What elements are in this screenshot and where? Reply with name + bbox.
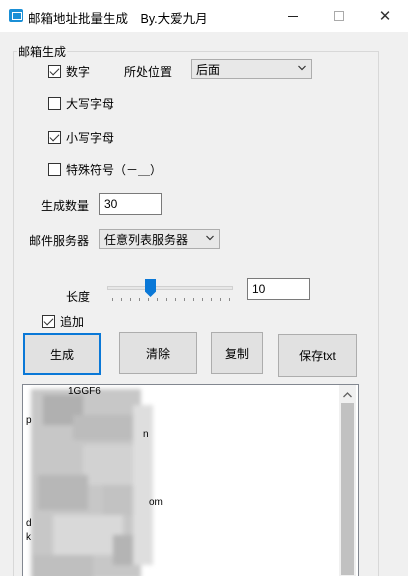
checkbox-unchecked-icon	[48, 97, 61, 110]
copy-button[interactable]: 复制	[211, 332, 263, 374]
checkbox-unchecked-icon	[48, 163, 61, 176]
generate-button[interactable]: 生成	[23, 333, 101, 375]
clear-button[interactable]: 清除	[119, 332, 197, 374]
uppercase-checkbox[interactable]: 大写字母	[48, 95, 114, 112]
mail-app-icon	[9, 9, 23, 22]
output-line: k	[26, 532, 31, 543]
slider-thumb[interactable]	[145, 279, 156, 297]
maximize-icon	[334, 11, 344, 21]
special-chars-checkbox[interactable]: 特殊符号（－＿）	[48, 161, 162, 178]
length-slider[interactable]	[107, 278, 235, 304]
close-icon: ✕	[378, 7, 392, 25]
position-label: 所处位置	[124, 65, 173, 79]
vertical-scrollbar[interactable]	[339, 385, 356, 576]
digits-label: 数字	[66, 65, 91, 79]
output-line: p	[26, 415, 32, 426]
server-select-value: 任意列表服务器	[104, 232, 189, 247]
lowercase-label: 小写字母	[66, 131, 115, 145]
count-label: 生成数量	[41, 199, 90, 213]
title-bar: 邮箱地址批量生成 By.大爱九月 ✕	[0, 0, 408, 32]
window-title: 邮箱地址批量生成 By.大爱九月	[28, 12, 208, 26]
scroll-up-button[interactable]	[339, 385, 356, 402]
chevron-down-icon	[298, 64, 306, 72]
length-input[interactable]: 10	[247, 278, 310, 300]
blurred-email-list	[23, 385, 343, 576]
chevron-up-icon	[343, 387, 352, 401]
close-button[interactable]: ✕	[362, 0, 408, 32]
output-line: d	[26, 518, 32, 529]
lowercase-checkbox[interactable]: 小写字母	[48, 129, 114, 146]
append-label: 追加	[60, 315, 85, 329]
server-label: 邮件服务器	[29, 234, 90, 248]
group-title: 邮箱生成	[17, 43, 68, 60]
save-txt-button[interactable]: 保存txt	[278, 334, 357, 377]
output-line: om	[149, 497, 163, 508]
minimize-button[interactable]	[270, 0, 316, 32]
uppercase-label: 大写字母	[66, 97, 115, 111]
digits-checkbox[interactable]: 数字	[48, 63, 90, 80]
length-label: 长度	[66, 290, 91, 304]
server-select[interactable]: 任意列表服务器	[99, 229, 220, 249]
special-chars-label: 特殊符号（－＿）	[66, 163, 163, 177]
slider-track	[107, 286, 233, 290]
slider-ticks	[112, 298, 230, 301]
maximize-button[interactable]	[316, 0, 362, 32]
append-checkbox[interactable]: 追加	[42, 313, 84, 330]
checkbox-checked-icon	[48, 131, 61, 144]
output-textbox[interactable]: 1GGF6 p n om d k	[22, 384, 359, 576]
output-line: n	[143, 429, 149, 440]
minimize-icon	[288, 15, 298, 17]
position-select[interactable]: 后面	[191, 59, 312, 79]
chevron-down-icon	[206, 234, 214, 242]
count-input[interactable]: 30	[99, 193, 162, 215]
position-select-value: 后面	[196, 62, 221, 77]
scrollbar-thumb[interactable]	[341, 403, 354, 575]
checkbox-checked-icon	[42, 315, 55, 328]
output-line: 1GGF6	[68, 386, 101, 397]
checkbox-checked-icon	[48, 65, 61, 78]
